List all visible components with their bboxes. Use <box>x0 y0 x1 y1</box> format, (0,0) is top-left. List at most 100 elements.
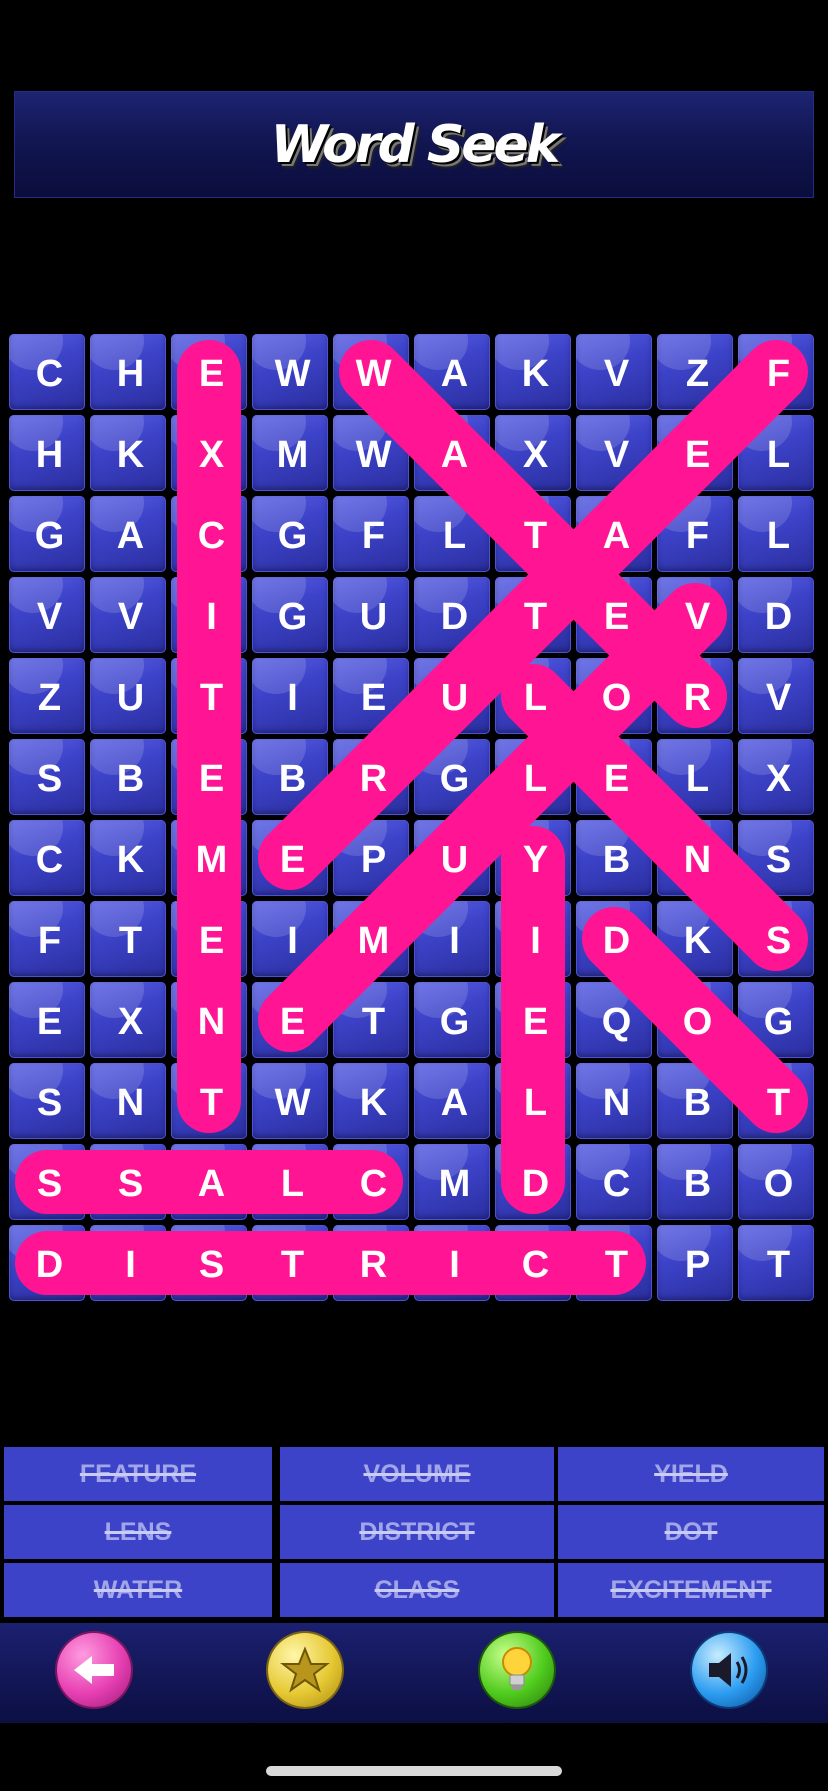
grid-letter: R <box>359 758 388 800</box>
grid-letter: T <box>118 920 143 962</box>
grid-letter: F <box>361 515 386 557</box>
grid-letter: E <box>603 596 630 638</box>
grid-letter: F <box>37 920 62 962</box>
grid-letter: S <box>117 1163 144 1205</box>
grid-letter: I <box>530 920 541 962</box>
word-list-item: DOT <box>558 1505 824 1559</box>
grid-letter: U <box>359 596 388 638</box>
grid-letter: X <box>522 434 549 476</box>
grid-letter: T <box>523 515 548 557</box>
grid-letter: L <box>523 1082 548 1124</box>
grid-letter: Z <box>37 677 62 719</box>
grid-letter: S <box>198 1244 225 1286</box>
grid-letter: S <box>36 1163 63 1205</box>
grid-letter: B <box>683 1082 712 1124</box>
word-list-item: EXCITEMENT <box>558 1563 824 1617</box>
grid-letter: R <box>683 677 712 719</box>
grid-letter: T <box>361 1001 386 1043</box>
grid-letter: M <box>438 1163 471 1205</box>
grid-letter: U <box>440 839 469 881</box>
grid-letter: T <box>280 1244 305 1286</box>
grid-letter: G <box>439 758 470 800</box>
grid-letter: B <box>683 1163 712 1205</box>
grid-letter: M <box>276 434 309 476</box>
grid-letter: R <box>359 1244 388 1286</box>
grid-letter: P <box>684 1244 711 1286</box>
grid-letter: E <box>198 758 225 800</box>
grid-letter: N <box>116 1082 145 1124</box>
grid-letter: E <box>198 353 225 395</box>
app-title: Word Seek <box>270 114 561 175</box>
grid-letter: G <box>277 515 308 557</box>
grid-letter: S <box>765 920 792 962</box>
grid-letter: Y <box>522 839 549 881</box>
grid-letter: K <box>683 920 712 962</box>
grid-letter: C <box>197 515 226 557</box>
grid-letter: D <box>440 596 469 638</box>
grid-letter: T <box>523 596 548 638</box>
grid-letter: D <box>764 596 793 638</box>
grid-letter: S <box>765 839 792 881</box>
grid-letter: V <box>603 353 630 395</box>
grid-letter: N <box>602 1082 631 1124</box>
grid-letter: K <box>116 839 145 881</box>
grid-letter: I <box>206 596 217 638</box>
title-bar: Word Seek <box>14 91 814 198</box>
grid-letter: G <box>277 596 308 638</box>
grid-letter: V <box>765 677 792 719</box>
grid-letter: A <box>602 515 631 557</box>
grid-letter: D <box>521 1163 550 1205</box>
word-list-item: YIELD <box>558 1447 824 1501</box>
grid-letter: M <box>195 839 228 881</box>
grid-letter: G <box>34 515 65 557</box>
back-button[interactable] <box>57 1633 131 1707</box>
bottom-toolbar <box>0 1623 828 1723</box>
grid-letter: E <box>279 1001 306 1043</box>
grid-letter: E <box>603 758 630 800</box>
grid-letter: C <box>35 839 64 881</box>
grid-letter: D <box>35 1244 64 1286</box>
grid-letter: E <box>198 920 225 962</box>
favorite-button[interactable] <box>268 1633 342 1707</box>
grid-letter: P <box>360 839 387 881</box>
grid-letter: A <box>440 353 469 395</box>
speaker-sound-icon <box>709 1653 748 1687</box>
grid-letter: K <box>521 353 550 395</box>
grid-letter: T <box>766 1082 791 1124</box>
grid-letter: E <box>36 1001 63 1043</box>
word-list-item: CLASS <box>280 1563 554 1617</box>
grid-letter: E <box>279 839 306 881</box>
hint-button[interactable] <box>480 1633 554 1707</box>
grid-letter: I <box>287 677 298 719</box>
word-list-item: DISTRICT <box>280 1505 554 1559</box>
grid-letter: E <box>522 1001 549 1043</box>
sound-button[interactable] <box>692 1633 766 1707</box>
grid-letter: U <box>116 677 145 719</box>
grid-letter: Z <box>685 353 710 395</box>
lightbulb-hint-icon <box>502 1647 532 1690</box>
grid-letter: L <box>442 515 467 557</box>
grid-letter: B <box>602 839 631 881</box>
word-list-item: WATER <box>4 1563 272 1617</box>
grid-letter: X <box>198 434 225 476</box>
grid-letter: V <box>117 596 144 638</box>
grid-letter: T <box>766 1244 791 1286</box>
grid-letter: W <box>355 434 392 476</box>
grid-letter: K <box>116 434 145 476</box>
grid-letter: T <box>199 1082 224 1124</box>
grid-letter: G <box>763 1001 794 1043</box>
grid-letter: O <box>601 677 632 719</box>
grid-letter: F <box>685 515 710 557</box>
grid-letter: H <box>116 353 145 395</box>
grid-letter: E <box>684 434 711 476</box>
grid-letter: C <box>35 353 64 395</box>
grid-letter: T <box>604 1244 629 1286</box>
grid-letter: W <box>274 353 311 395</box>
grid-letter: X <box>765 758 792 800</box>
word-list-item: LENS <box>4 1505 272 1559</box>
grid-letter: A <box>197 1163 226 1205</box>
grid-letter: L <box>766 434 791 476</box>
grid-letter: L <box>280 1163 305 1205</box>
letter-grid[interactable]: CHEWWAKVZFHKXMWAXVELGACGFLTAFLVVIGUDTEVD… <box>9 334 819 1306</box>
grid-letter: C <box>521 1244 550 1286</box>
